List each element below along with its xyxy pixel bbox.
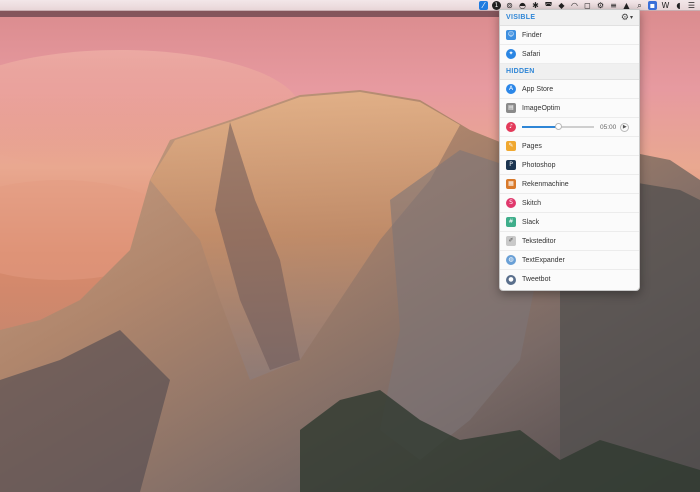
playback-slider[interactable]	[522, 123, 594, 130]
bartender-icon[interactable]: ⁄	[479, 0, 488, 10]
slack-icon: #	[506, 217, 516, 227]
visible-section-header: VISIBLE ⚙ ▾	[500, 10, 639, 26]
playback-knob[interactable]	[555, 123, 562, 130]
list-item-tweetbot[interactable]: ● Tweetbot	[500, 270, 639, 289]
app-store-icon: A	[506, 84, 516, 94]
skitch-icon: S	[506, 198, 516, 208]
hidden-section-title: HIDDEN	[506, 68, 535, 75]
finder-icon: ☺	[506, 30, 516, 40]
app-label: Photoshop	[522, 161, 556, 169]
app-label: Safari	[522, 50, 541, 58]
chevron-down-icon: ▾	[629, 14, 633, 21]
itunes-icon: ♪	[506, 122, 516, 132]
list-item-slack[interactable]: # Slack	[500, 213, 639, 232]
pages-icon: ✎	[506, 141, 516, 151]
list-item-finder[interactable]: ☺ Finder	[500, 26, 639, 45]
tweetbot-icon: ●	[506, 274, 516, 285]
list-item-skitch[interactable]: S Skitch	[500, 194, 639, 213]
visible-section-title: VISIBLE	[506, 14, 536, 21]
app-label: Skitch	[522, 199, 542, 207]
list-item-teksteditor[interactable]: ✐ Teksteditor	[500, 232, 639, 251]
itunes-player-row: ♪ 05:00 ▶	[500, 118, 639, 137]
tag-icon[interactable]: ◖	[674, 1, 683, 10]
list-item-rekenmachine[interactable]: ▦ Rekenmachine	[500, 175, 639, 194]
calculator-icon: ▦	[506, 179, 516, 189]
app-label: Slack	[522, 218, 540, 226]
app-label: Teksteditor	[522, 237, 556, 245]
list-item-pages[interactable]: ✎ Pages	[500, 137, 639, 156]
app-label: Tweetbot	[522, 276, 551, 283]
texteditor-icon: ✐	[506, 236, 516, 246]
photoshop-icon: P	[506, 160, 516, 170]
imageoptim-icon: ▤	[506, 103, 516, 113]
window-shadow	[0, 11, 500, 17]
list-item-imageoptim[interactable]: ▤ ImageOptim	[500, 99, 639, 118]
safari-icon: ✦	[506, 49, 516, 59]
list-item-app-store[interactable]: A App Store	[500, 80, 639, 99]
app-label: Rekenmachine	[522, 180, 569, 188]
settings-button[interactable]: ⚙ ▾	[621, 13, 633, 23]
notifications-icon[interactable]: ☰	[687, 1, 696, 10]
list-item-safari[interactable]: ✦ Safari	[500, 45, 639, 64]
list-item-textexpander[interactable]: ◍ TextExpander	[500, 251, 639, 270]
textexpander-icon: ◍	[506, 255, 516, 265]
gear-icon: ⚙	[620, 12, 629, 23]
app-label: App Store	[522, 85, 554, 93]
hidden-section-header: HIDDEN	[500, 64, 639, 80]
app-label: Pages	[522, 142, 542, 150]
playback-time: 05:00	[600, 123, 617, 131]
app-label: TextExpander	[522, 256, 565, 264]
wunderlist-icon[interactable]: W	[661, 1, 670, 10]
app-label: ImageOptim	[522, 104, 561, 112]
blank-icon[interactable]: ▪	[648, 0, 657, 10]
app-label: Finder	[522, 31, 542, 39]
bartender-menu-panel: VISIBLE ⚙ ▾ ☺ Finder ✦ Safari HIDDEN A A…	[499, 9, 640, 291]
play-button[interactable]: ▶	[620, 122, 630, 132]
list-item-photoshop[interactable]: P Photoshop	[500, 156, 639, 175]
playback-progress	[522, 126, 558, 128]
